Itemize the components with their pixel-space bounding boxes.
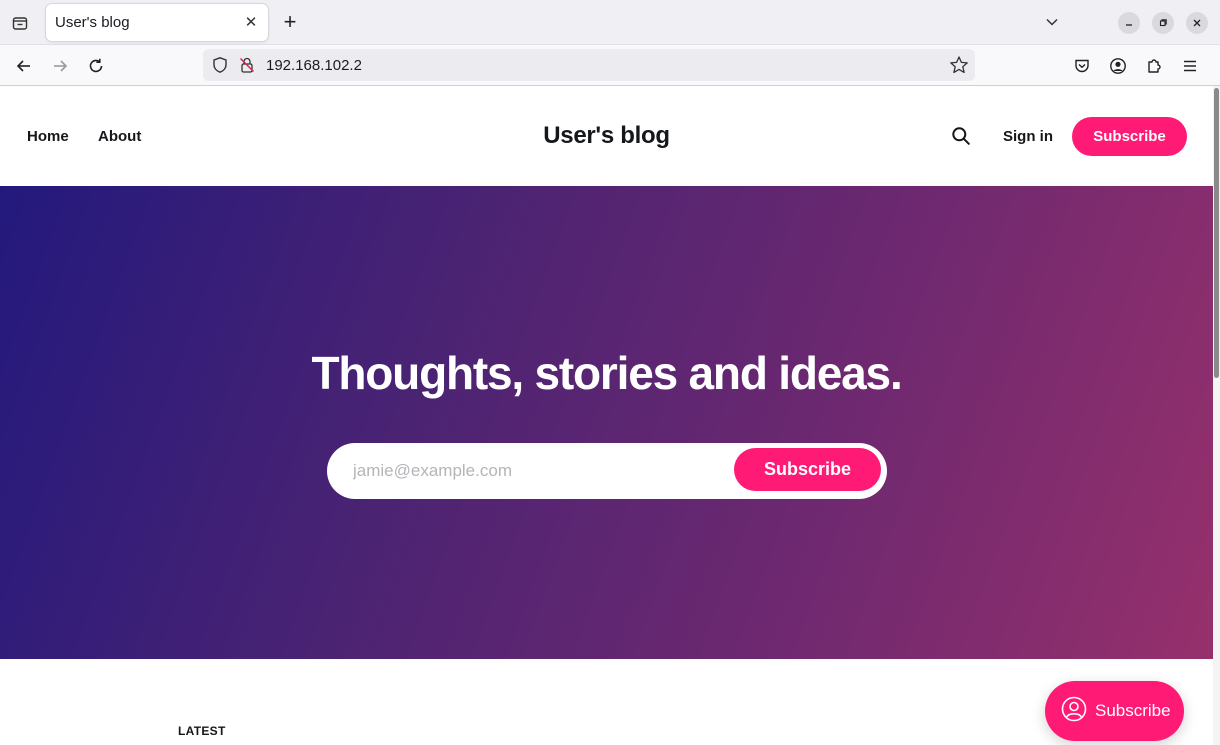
email-field[interactable] <box>343 451 733 491</box>
pocket-icon[interactable] <box>1069 53 1095 79</box>
url-text[interactable]: 192.168.102.2 <box>266 57 362 74</box>
sign-in-link[interactable]: Sign in <box>1003 128 1053 145</box>
tab-list-icon[interactable] <box>6 9 34 37</box>
search-icon[interactable] <box>949 124 973 148</box>
browser-tab-bar: User's blog ✕ + <box>0 0 1220 45</box>
portal-subscribe-button[interactable]: Subscribe <box>1045 681 1184 741</box>
reload-icon[interactable] <box>83 53 109 79</box>
star-icon[interactable] <box>949 55 969 80</box>
hero-subscribe-button[interactable]: Subscribe <box>734 448 881 491</box>
latest-section-label: LATEST <box>178 724 226 738</box>
header-subscribe-button[interactable]: Subscribe <box>1072 117 1187 156</box>
restore-icon[interactable] <box>1152 12 1174 34</box>
account-icon[interactable] <box>1105 53 1131 79</box>
hamburger-menu-icon[interactable] <box>1177 53 1203 79</box>
scrollbar-thumb[interactable] <box>1214 88 1219 378</box>
new-tab-button[interactable]: + <box>278 10 302 34</box>
url-bar[interactable]: 192.168.102.2 <box>203 49 975 81</box>
close-icon[interactable] <box>1186 12 1208 34</box>
shield-icon[interactable] <box>211 56 229 79</box>
portal-subscribe-label: Subscribe <box>1095 701 1171 720</box>
close-tab-icon[interactable]: ✕ <box>240 11 262 33</box>
site-header: Home About User's blog Sign in Subscribe <box>0 86 1213 186</box>
page-viewport: Home About User's blog Sign in Subscribe… <box>0 86 1213 745</box>
hero-title: Thoughts, stories and ideas. <box>311 347 902 399</box>
page-scrollbar[interactable] <box>1213 86 1220 745</box>
hero-signup-form: Subscribe <box>327 443 887 499</box>
tab-title: User's blog <box>55 14 130 31</box>
hero-section: Thoughts, stories and ideas. Subscribe <box>0 186 1213 659</box>
browser-tab[interactable]: User's blog ✕ <box>46 4 268 41</box>
extensions-icon[interactable] <box>1141 53 1167 79</box>
chevron-down-icon[interactable] <box>1041 11 1063 33</box>
user-circle-icon <box>1061 696 1087 727</box>
forward-arrow-icon[interactable] <box>47 53 73 79</box>
insecure-lock-icon[interactable] <box>238 56 256 79</box>
browser-nav-bar: 192.168.102.2 <box>0 45 1220 86</box>
back-arrow-icon[interactable] <box>11 53 37 79</box>
minimize-icon[interactable] <box>1118 12 1140 34</box>
